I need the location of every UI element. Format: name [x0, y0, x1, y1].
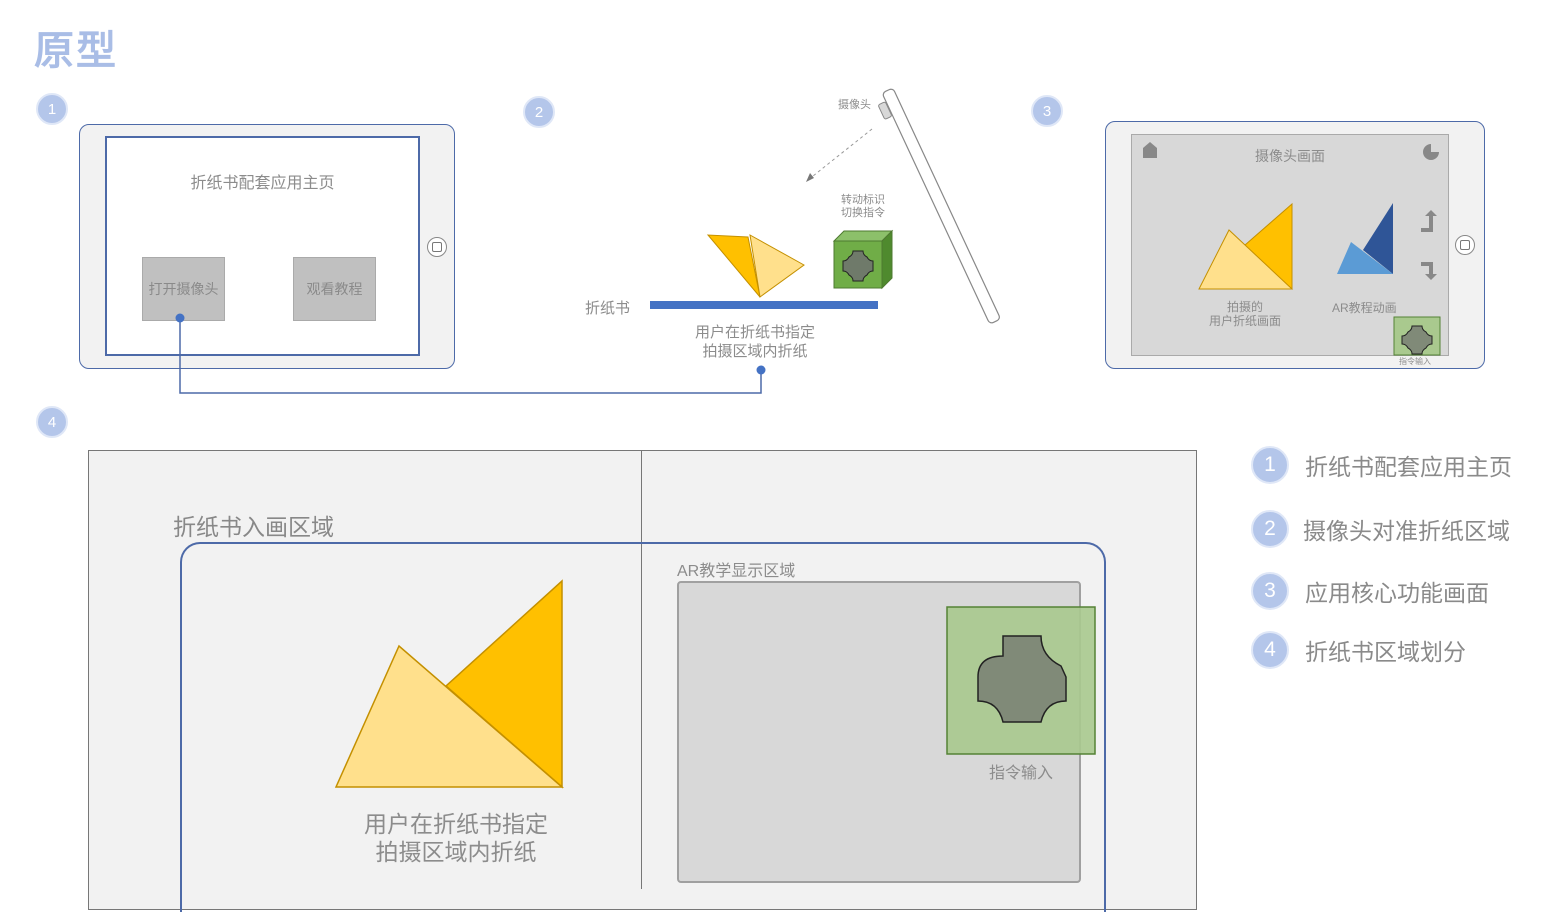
panel2-caption: 用户在折纸书指定 拍摄区域内折纸 — [665, 323, 845, 361]
legend-text-3: 应用核心功能画面 — [1305, 580, 1489, 606]
cube-label: 转动标识 切换指令 — [830, 194, 896, 220]
side-tablet — [882, 88, 1000, 324]
book-bar — [650, 301, 878, 309]
legend-item-4: 4 折纸书区域划分 — [1251, 631, 1466, 669]
panel2-caption-line1: 用户在折纸书指定 — [694, 324, 815, 341]
cube-label-line2: 切换指令 — [841, 207, 885, 219]
captured-label-line2: 用户折纸画面 — [1208, 314, 1281, 328]
camera-view-arrow-icon — [806, 173, 814, 182]
cube-label-line1: 转动标识 — [841, 194, 885, 206]
pie-icon[interactable] — [1423, 144, 1439, 160]
arrow-up-icon[interactable] — [1421, 210, 1437, 232]
legend-num-1: 1 — [1251, 446, 1289, 484]
legend-text-2: 摄像头对准折纸区域 — [1303, 518, 1510, 544]
legend-num-4: 4 — [1251, 631, 1289, 669]
connector-dot-end — [756, 365, 766, 375]
command-input-label-small: 指令输入 — [1399, 357, 1431, 366]
connector-dot-start — [175, 313, 185, 323]
legend-item-2: 2 摄像头对准折纸区域 — [1251, 510, 1510, 548]
cube-side — [881, 229, 893, 290]
camera-label: 摄像头 — [838, 99, 871, 111]
paper-light-icon — [749, 234, 805, 298]
arrow-down-icon[interactable] — [1421, 262, 1437, 280]
legend-num-3: 3 — [1251, 572, 1289, 610]
legend-text-4: 折纸书区域划分 — [1305, 639, 1466, 665]
legend-item-1: 1 折纸书配套应用主页 — [1251, 446, 1512, 484]
book-command-input-label: 指令输入 — [988, 765, 1053, 782]
book-label: 折纸书 — [585, 300, 631, 317]
captured-label-line1: 拍摄的 — [1226, 300, 1263, 314]
panel4-caption-line1: 用户在折纸书指定 — [364, 811, 548, 837]
book-area-label: 折纸书入画区域 — [173, 514, 334, 540]
legend-num-2: 2 — [1251, 510, 1289, 548]
home-square-icon-2 — [1460, 240, 1470, 250]
panel2-caption-line2: 拍摄区域内折纸 — [702, 343, 808, 360]
legend-item-3: 3 应用核心功能画面 — [1251, 572, 1489, 610]
captured-label: 拍摄的 用户折纸画面 — [1190, 300, 1300, 328]
home-icon[interactable] — [1143, 142, 1157, 158]
panel4-caption-line2: 拍摄区域内折纸 — [375, 839, 537, 865]
ar-animation-label: AR教程动画 — [1332, 301, 1397, 315]
panel4-caption: 用户在折纸书指定 拍摄区域内折纸 — [306, 810, 606, 866]
tablet-home-button-2[interactable] — [1455, 235, 1475, 255]
legend-text-1: 折纸书配套应用主页 — [1305, 454, 1512, 480]
camera-view-line — [807, 128, 873, 181]
